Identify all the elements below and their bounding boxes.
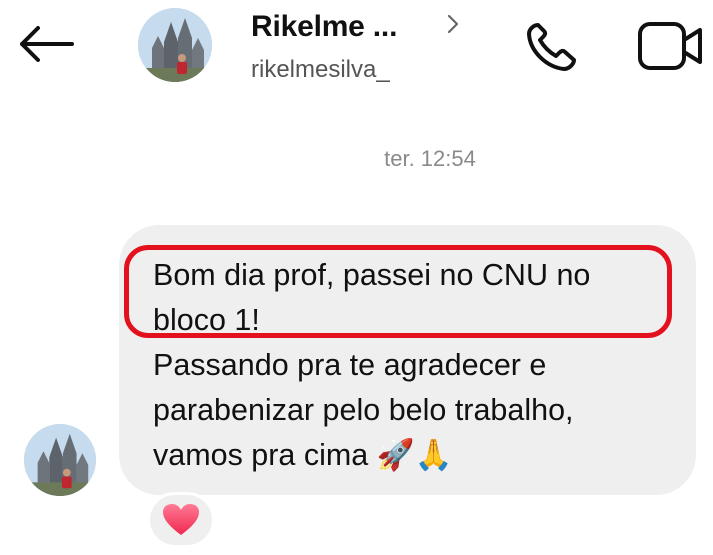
- video-camera-icon: [638, 22, 702, 70]
- video-call-button[interactable]: [636, 18, 706, 74]
- sender-avatar[interactable]: [24, 424, 96, 496]
- avatar-photo: [24, 424, 96, 496]
- message-timestamp: ter. 12:54: [384, 146, 476, 171]
- voice-call-button[interactable]: [524, 19, 582, 73]
- message-reaction[interactable]: [147, 492, 215, 548]
- contact-name-link[interactable]: Rikelme ...: [251, 10, 397, 44]
- avatar-photo: [138, 8, 212, 82]
- heart-icon: [163, 504, 199, 535]
- dm-thread-screen: Rikelme ... rikelmesilva_ ter. 12:54 Bom…: [0, 0, 713, 555]
- back-button[interactable]: [14, 22, 76, 66]
- contact-avatar[interactable]: [138, 8, 212, 82]
- message-text: Bom dia prof, passei no CNU no bloco 1! …: [153, 258, 591, 472]
- arrow-left-icon: [20, 26, 74, 62]
- contact-name: Rikelme ...: [251, 10, 398, 43]
- chevron-right-icon: [447, 14, 459, 34]
- contact-username: rikelmesilva_: [251, 56, 390, 83]
- phone-icon: [527, 23, 576, 71]
